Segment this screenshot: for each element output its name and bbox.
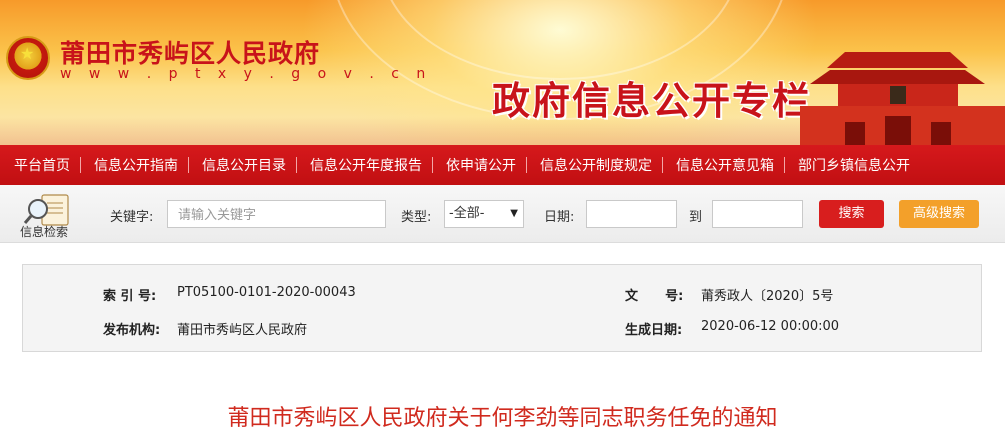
publisher-value: 莆田市秀屿区人民政府 xyxy=(177,323,308,338)
nav-item-regulations[interactable]: 信息公开制度规定 xyxy=(526,155,662,175)
type-label: 类型: xyxy=(401,210,432,225)
site-title[interactable]: 莆田市秀屿区人民政府 xyxy=(60,34,320,70)
search-button[interactable]: 搜索 xyxy=(819,200,884,228)
nav-item-application[interactable]: 依申请公开 xyxy=(432,155,526,175)
nav-item-home[interactable]: 平台首页 xyxy=(0,155,80,175)
type-select[interactable]: -全部- ▼ xyxy=(444,200,524,228)
advanced-search-button[interactable]: 高级搜索 xyxy=(899,200,979,228)
generated-date-label: 生成日期: xyxy=(625,323,683,338)
keyword-label: 关键字: xyxy=(110,210,154,225)
main-nav: 平台首页 信息公开指南 信息公开目录 信息公开年度报告 依申请公开 信息公开制度… xyxy=(0,145,1005,185)
dropdown-arrow-icon: ▼ xyxy=(510,208,518,219)
search-icon-label: 信息检索 xyxy=(20,225,69,239)
document-meta-box: 索 引 号: PT05100-0101-2020-00043 文 号: 莆秀政人… xyxy=(22,264,982,352)
nav-item-departments[interactable]: 部门乡镇信息公开 xyxy=(784,155,920,175)
nav-item-annual-report[interactable]: 信息公开年度报告 xyxy=(296,155,432,175)
start-date-input[interactable] xyxy=(586,200,677,228)
nav-item-catalog[interactable]: 信息公开目录 xyxy=(188,155,296,175)
date-label: 日期: xyxy=(544,210,575,225)
banner-slogan: 政府信息公开专栏 xyxy=(492,78,813,123)
keyword-input[interactable] xyxy=(167,200,386,228)
end-date-input[interactable] xyxy=(712,200,803,228)
national-emblem-icon: ★ xyxy=(6,36,50,80)
doc-number-value: 莆秀政人〔2020〕5号 xyxy=(701,289,834,304)
index-label: 索 引 号: xyxy=(103,289,157,304)
generated-date-value: 2020-06-12 00:00:00 xyxy=(701,319,840,334)
nav-item-guide[interactable]: 信息公开指南 xyxy=(80,155,188,175)
doc-number-label: 文 号: xyxy=(625,289,684,304)
publisher-label: 发布机构: xyxy=(103,323,161,338)
document-title: 莆田市秀屿区人民政府关于何李劲等同志职务任免的通知 xyxy=(227,406,778,431)
header-banner: ★ 莆田市秀屿区人民政府 w w w . p t x y . g o v . c… xyxy=(0,0,1005,145)
site-url: w w w . p t x y . g o v . c n xyxy=(60,66,432,82)
date-to-label: 到 xyxy=(689,210,703,225)
nav-item-mailbox[interactable]: 信息公开意见箱 xyxy=(662,155,784,175)
index-value: PT05100-0101-2020-00043 xyxy=(177,285,356,300)
tiananmen-gate-icon xyxy=(800,52,1005,145)
type-select-value: -全部- xyxy=(449,206,485,221)
search-bar: 信息检索 关键字: 类型: -全部- ▼ 日期: 到 搜索 高级搜索 xyxy=(0,185,1005,243)
